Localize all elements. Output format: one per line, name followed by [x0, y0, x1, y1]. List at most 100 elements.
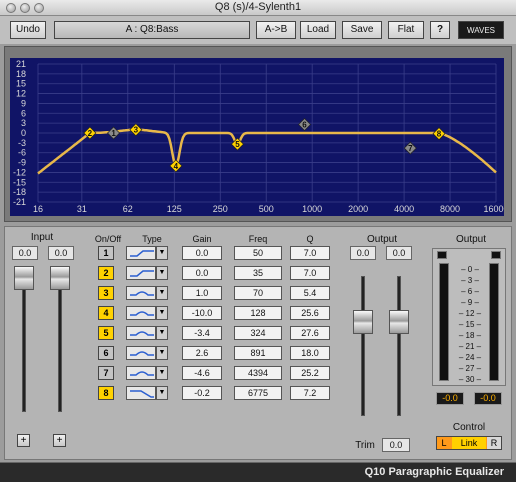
x-tick-label: 500 — [259, 204, 274, 214]
band-7-q-field[interactable]: 25.2 — [290, 366, 330, 380]
output-left-fader[interactable] — [353, 310, 373, 334]
band-7-type-selector[interactable] — [126, 366, 156, 380]
band-5-freq-field[interactable]: 324 — [234, 326, 282, 340]
band-3-q-field[interactable]: 5.4 — [290, 286, 330, 300]
band-6-freq-field[interactable]: 891 — [234, 346, 282, 360]
band-3-type-selector[interactable] — [126, 286, 156, 300]
clip-left-indicator[interactable] — [437, 251, 447, 259]
band-3-gain-field[interactable]: 1.0 — [182, 286, 222, 300]
flat-button[interactable]: Flat — [388, 21, 424, 39]
y-tick-label: -15 — [13, 177, 26, 187]
band-1-type-dropdown[interactable]: ▼ — [156, 246, 168, 260]
band-7-freq-field[interactable]: 4394 — [234, 366, 282, 380]
band-1-type-selector[interactable] — [126, 246, 156, 260]
y-tick-label: -6 — [18, 148, 26, 158]
band-2-freq-field[interactable]: 35 — [234, 266, 282, 280]
y-tick-label: 12 — [16, 89, 26, 99]
input-right-value[interactable]: 0.0 — [48, 246, 74, 260]
band-2-q-field[interactable]: 7.0 — [290, 266, 330, 280]
peak-right-value[interactable]: -0.0 — [474, 392, 502, 405]
save-button[interactable]: Save — [342, 21, 382, 39]
peak-left-value[interactable]: -0.0 — [436, 392, 464, 405]
band-3-onoff-button[interactable]: 3 — [98, 286, 114, 300]
input-left-value[interactable]: 0.0 — [12, 246, 38, 260]
band-5-gain-field[interactable]: -3.4 — [182, 326, 222, 340]
band-5-type-selector[interactable] — [126, 326, 156, 340]
y-tick-label: 18 — [16, 69, 26, 79]
band-8-q-field[interactable]: 7.2 — [290, 386, 330, 400]
band-1-freq-field[interactable]: 50 — [234, 246, 282, 260]
link-left-button[interactable]: L — [437, 437, 451, 449]
waves-logo-text: WAVES — [466, 26, 495, 35]
link-button[interactable]: Link — [452, 437, 486, 449]
load-button[interactable]: Load — [300, 21, 336, 39]
band-1-gain-field[interactable]: 0.0 — [182, 246, 222, 260]
band-7-type-dropdown[interactable]: ▼ — [156, 366, 168, 380]
copy-a-to-b-button[interactable]: A->B — [256, 21, 296, 39]
input-right-plus-button[interactable]: + — [53, 434, 66, 447]
output-right-value[interactable]: 0.0 — [386, 246, 412, 260]
output-left-meter — [439, 263, 449, 381]
band-6-type-dropdown[interactable]: ▼ — [156, 346, 168, 360]
preset-name-field[interactable]: A : Q8:Bass — [54, 21, 250, 39]
help-button[interactable]: ? — [430, 21, 450, 39]
band-7-gain-field[interactable]: -4.6 — [182, 366, 222, 380]
band-marker-label: 2 — [88, 129, 93, 138]
header-freq: Freq — [248, 234, 268, 244]
band-6-q-field[interactable]: 18.0 — [290, 346, 330, 360]
control-label: Control — [452, 422, 486, 433]
band-8-freq-field[interactable]: 6775 — [234, 386, 282, 400]
band-7-onoff-button[interactable]: 7 — [98, 366, 114, 380]
band-3-type-dropdown[interactable]: ▼ — [156, 286, 168, 300]
band-marker-label: 5 — [235, 140, 240, 149]
meter-scale-label: – 18 – — [458, 331, 482, 340]
band-5-q-field[interactable]: 27.6 — [290, 326, 330, 340]
link-control-group: L Link R — [436, 436, 502, 450]
band-4-gain-field[interactable]: -10.0 — [182, 306, 222, 320]
band-2-type-selector[interactable] — [126, 266, 156, 280]
output-right-track — [397, 276, 401, 416]
x-tick-label: 62 — [123, 204, 133, 214]
band-4-freq-field[interactable]: 128 — [234, 306, 282, 320]
band-6-type-selector[interactable] — [126, 346, 156, 360]
input-left-plus-button[interactable]: + — [17, 434, 30, 447]
band-1-onoff-button[interactable]: 1 — [98, 246, 114, 260]
band-5-onoff-button[interactable]: 5 — [98, 326, 114, 340]
input-right-fader[interactable] — [50, 266, 70, 290]
eq-response-graph[interactable]: 211815129630-3-6-9-12-15-18-21 16 31 62 125… — [10, 58, 504, 216]
trim-value[interactable]: 0.0 — [382, 438, 410, 452]
band-2-type-dropdown[interactable]: ▼ — [156, 266, 168, 280]
band-5-type-dropdown[interactable]: ▼ — [156, 326, 168, 340]
band-6-onoff-button[interactable]: 6 — [98, 346, 114, 360]
input-label: Input — [30, 232, 54, 243]
band-1-q-field[interactable]: 7.0 — [290, 246, 330, 260]
band-4-type-dropdown[interactable]: ▼ — [156, 306, 168, 320]
band-6-gain-field[interactable]: 2.6 — [182, 346, 222, 360]
header-gain: Gain — [192, 234, 212, 244]
band-8-type-selector[interactable] — [126, 386, 156, 400]
trim-label: Trim — [355, 440, 375, 451]
waves-logo: WAVES — [458, 21, 504, 39]
meter-scale-label: – 12 – — [458, 309, 482, 318]
band-4-onoff-button[interactable]: 4 — [98, 306, 114, 320]
band-4-type-selector[interactable] — [126, 306, 156, 320]
input-left-fader[interactable] — [14, 266, 34, 290]
y-tick-label: -21 — [13, 197, 26, 207]
band-8-type-dropdown[interactable]: ▼ — [156, 386, 168, 400]
band-8-onoff-button[interactable]: 8 — [98, 386, 114, 400]
band-8-gain-field[interactable]: -0.2 — [182, 386, 222, 400]
output-meter-panel: – 0 – – 3 – – 6 – – 9 – – 12 – – 15 – – 18 – – … — [432, 248, 506, 386]
link-right-button[interactable]: R — [487, 437, 501, 449]
filter-bell-icon — [130, 291, 154, 296]
band-4-q-field[interactable]: 25.6 — [290, 306, 330, 320]
output-right-fader[interactable] — [389, 310, 409, 334]
product-name: Q10 Paragraphic Equalizer — [364, 466, 504, 478]
window-title: Q8 (s)/4-Sylenth1 — [214, 1, 302, 13]
band-2-gain-field[interactable]: 0.0 — [182, 266, 222, 280]
band-2-onoff-button[interactable]: 2 — [98, 266, 114, 280]
output-left-track — [361, 276, 365, 416]
output-left-value[interactable]: 0.0 — [350, 246, 376, 260]
clip-right-indicator[interactable] — [491, 251, 501, 259]
undo-button[interactable]: Undo — [10, 21, 46, 39]
band-3-freq-field[interactable]: 70 — [234, 286, 282, 300]
